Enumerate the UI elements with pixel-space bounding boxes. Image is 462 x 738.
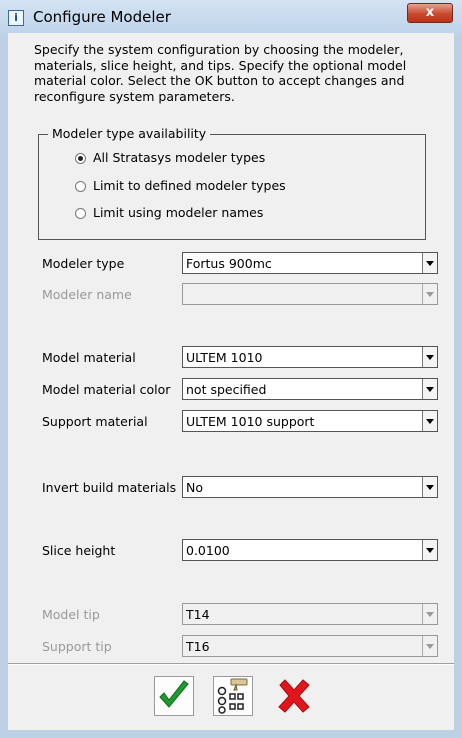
modeler-type-availability-group: Modeler type availability All Stratasys … xyxy=(38,126,426,240)
model-tip-row: Model tip T14 xyxy=(8,603,454,625)
modeler-type-row: Modeler type Fortus 900mc xyxy=(8,252,454,274)
description-text: Specify the system configuration by choo… xyxy=(34,42,407,104)
modeler-settings-button[interactable] xyxy=(213,676,253,716)
support-material-row: Support material ULTEM 1010 support xyxy=(8,410,454,432)
model-material-color-row: Model material color not specified xyxy=(8,378,454,400)
invert-build-materials-label: Invert build materials xyxy=(42,480,177,495)
dropdown-value: ULTEM 1010 xyxy=(186,350,263,365)
support-tip-row: Support tip T16 xyxy=(8,635,454,657)
invert-build-materials-dropdown[interactable]: No xyxy=(182,476,438,498)
slice-height-row: Slice height 0.0100 xyxy=(8,539,454,561)
window-title: Configure Modeler xyxy=(33,8,171,26)
invert-build-materials-row: Invert build materials No xyxy=(8,476,454,498)
radio-limit-using-modeler-names[interactable]: Limit using modeler names xyxy=(75,205,415,223)
red-x-icon xyxy=(278,679,310,713)
group-legend: Modeler type availability xyxy=(48,126,211,141)
model-material-label: Model material xyxy=(42,350,136,365)
radio-limit-to-defined-modeler-types[interactable]: Limit to defined modeler types xyxy=(75,178,415,196)
dropdown-value: not specified xyxy=(186,382,267,397)
chevron-down-icon[interactable] xyxy=(422,411,437,431)
radio-label: Limit to defined modeler types xyxy=(93,178,286,193)
slice-height-dropdown[interactable]: 0.0100 xyxy=(182,539,438,561)
ok-button[interactable] xyxy=(154,676,194,716)
dropdown-value: Fortus 900mc xyxy=(186,256,272,271)
chevron-down-icon xyxy=(422,284,437,304)
support-tip-label: Support tip xyxy=(42,639,112,654)
button-separator xyxy=(8,663,454,665)
model-material-dropdown[interactable]: ULTEM 1010 xyxy=(182,346,438,368)
support-tip-dropdown: T16 xyxy=(182,635,438,657)
cancel-button[interactable] xyxy=(274,676,314,716)
model-material-color-dropdown[interactable]: not specified xyxy=(182,378,438,400)
model-tip-label: Model tip xyxy=(42,607,100,622)
radio-button[interactable] xyxy=(75,208,86,219)
modeler-name-row: Modeler name xyxy=(8,283,454,305)
modeler-type-label: Modeler type xyxy=(42,256,125,271)
modeler-name-label: Modeler name xyxy=(42,287,132,302)
dropdown-value: 0.0100 xyxy=(186,543,230,558)
chevron-down-icon[interactable] xyxy=(422,477,437,497)
chevron-down-icon xyxy=(422,604,437,624)
chevron-down-icon[interactable] xyxy=(422,347,437,367)
radio-label: Limit using modeler names xyxy=(93,205,264,220)
model-tip-dropdown: T14 xyxy=(182,603,438,625)
dropdown-value: T16 xyxy=(186,639,210,654)
dropdown-value: ULTEM 1010 support xyxy=(186,414,315,429)
chevron-down-icon[interactable] xyxy=(422,253,437,273)
title-bar[interactable]: i Configure Modeler x xyxy=(0,0,462,33)
modeler-settings-icon xyxy=(213,676,253,716)
support-material-dropdown[interactable]: ULTEM 1010 support xyxy=(182,410,438,432)
close-icon: x xyxy=(425,5,435,20)
radio-all-stratasys-modeler-types[interactable]: All Stratasys modeler types xyxy=(75,150,415,168)
chevron-down-icon[interactable] xyxy=(422,379,437,399)
dropdown-value: No xyxy=(186,480,203,495)
radio-label: All Stratasys modeler types xyxy=(93,150,266,165)
dropdown-value: T14 xyxy=(186,607,210,622)
support-material-label: Support material xyxy=(42,414,148,429)
radio-button[interactable] xyxy=(75,181,86,192)
modeler-name-dropdown xyxy=(182,283,438,305)
modeler-type-dropdown[interactable]: Fortus 900mc xyxy=(182,252,438,274)
configure-modeler-dialog: i Configure Modeler x Specify the system… xyxy=(0,0,462,738)
slice-height-label: Slice height xyxy=(42,543,116,558)
radio-button-selected[interactable] xyxy=(75,153,86,164)
chevron-down-icon xyxy=(422,636,437,656)
dialog-body: Specify the system configuration by choo… xyxy=(8,33,454,730)
model-material-color-label: Model material color xyxy=(42,382,171,397)
chevron-down-icon[interactable] xyxy=(422,540,437,560)
model-material-row: Model material ULTEM 1010 xyxy=(8,346,454,368)
info-icon: i xyxy=(8,10,24,26)
close-button[interactable]: x xyxy=(407,3,453,23)
green-checkmark-icon xyxy=(154,676,194,716)
